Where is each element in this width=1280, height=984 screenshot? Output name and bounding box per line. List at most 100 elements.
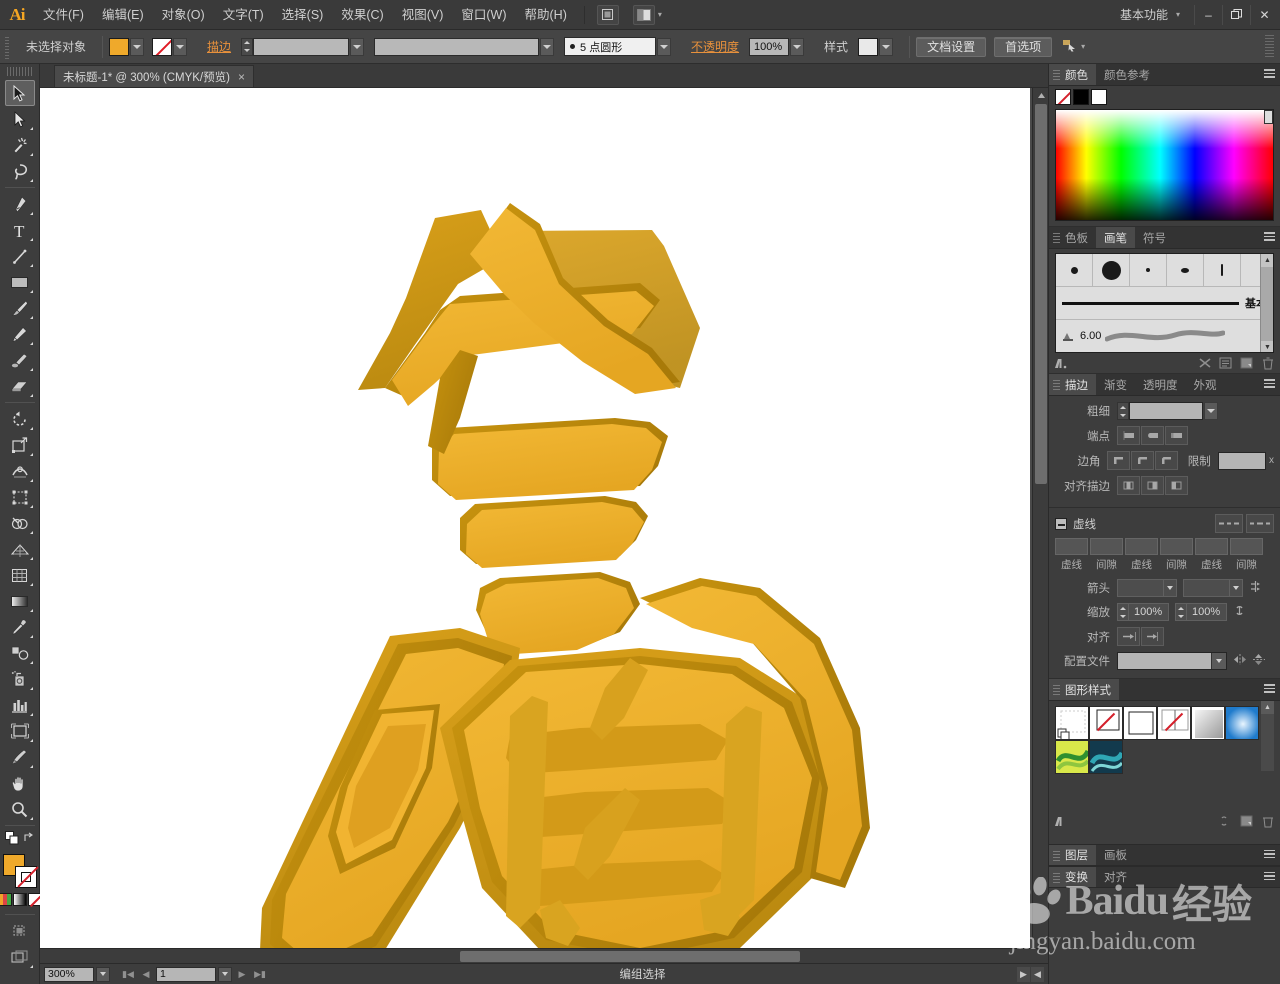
line-segment-tool[interactable]: [5, 243, 35, 269]
previous-artboard-icon[interactable]: ◀: [138, 967, 154, 982]
graphic-style-swatch[interactable]: [1123, 706, 1157, 740]
extend-arrow-tip-icon[interactable]: [1117, 627, 1140, 646]
dash-field[interactable]: [1195, 538, 1228, 555]
graphic-style-swatch[interactable]: [1225, 706, 1259, 740]
brush-item[interactable]: [1130, 254, 1167, 286]
fill-color-swatch[interactable]: [109, 37, 130, 56]
tab-transparency[interactable]: 透明度: [1135, 374, 1186, 395]
width-tool[interactable]: [5, 458, 35, 484]
fill-stroke-indicator[interactable]: [2, 854, 37, 888]
stroke-color-swatch[interactable]: [152, 37, 173, 56]
swatch-black[interactable]: [1073, 89, 1089, 105]
weight-spinner[interactable]: [1117, 402, 1129, 420]
panel-menu-icon[interactable]: [1258, 64, 1280, 85]
pencil-tool[interactable]: [5, 321, 35, 347]
dash-align-corners-icon[interactable]: [1246, 514, 1274, 533]
stroke-weight-dropdown-arrow[interactable]: [350, 37, 365, 56]
menu-select[interactable]: 选择(S): [273, 0, 333, 30]
menu-type[interactable]: 文字(T): [214, 0, 273, 30]
artboard-number-field[interactable]: 1: [156, 966, 216, 982]
style-libraries-icon[interactable]: [1053, 813, 1070, 829]
eyedropper-tool[interactable]: [5, 614, 35, 640]
zoom-tool[interactable]: [5, 796, 35, 822]
hand-tool[interactable]: [5, 770, 35, 796]
align-center-stroke-icon[interactable]: [1117, 476, 1140, 495]
close-icon[interactable]: ×: [238, 70, 245, 84]
brush-libraries-icon[interactable]: [1053, 355, 1070, 371]
flip-along-icon[interactable]: [1233, 653, 1247, 669]
bridge-icon[interactable]: [596, 4, 619, 25]
delete-brush-icon[interactable]: [1259, 355, 1276, 371]
weight-field[interactable]: [1129, 402, 1203, 420]
swatch-white[interactable]: [1091, 89, 1107, 105]
fill-dropdown-arrow[interactable]: [130, 37, 145, 56]
stroke-weight-field[interactable]: [253, 37, 350, 56]
vertical-scrollbar[interactable]: [1032, 88, 1048, 963]
type-tool[interactable]: T: [5, 217, 35, 243]
document-tab[interactable]: 未标题-1* @ 300% (CMYK/预览) ×: [54, 65, 254, 87]
color-button[interactable]: [0, 893, 12, 906]
tab-color-guide[interactable]: 颜色参考: [1096, 64, 1158, 85]
bevel-join-icon[interactable]: [1155, 451, 1179, 470]
zoom-dropdown-arrow[interactable]: [96, 966, 110, 982]
free-transform-tool[interactable]: [5, 484, 35, 510]
tab-brushes[interactable]: 画笔: [1096, 227, 1135, 248]
dashed-line-checkbox[interactable]: [1055, 517, 1067, 530]
round-cap-icon[interactable]: [1141, 426, 1164, 445]
stroke-weight-spinner[interactable]: [241, 37, 254, 56]
chevron-down-icon[interactable]: ▾: [658, 10, 662, 19]
place-arrow-tip-icon[interactable]: [1141, 627, 1164, 646]
blend-tool[interactable]: [5, 640, 35, 666]
dash-field[interactable]: [1055, 538, 1088, 555]
stroke-profile-field[interactable]: [374, 37, 540, 56]
graphic-style-swatch[interactable]: [1089, 740, 1123, 774]
menu-help[interactable]: 帮助(H): [516, 0, 576, 30]
shape-builder-tool[interactable]: [5, 510, 35, 536]
control-bar-grip[interactable]: [4, 34, 12, 59]
color-spectrum[interactable]: [1055, 109, 1274, 221]
brush-dropdown-arrow[interactable]: [657, 37, 672, 56]
panel-grip[interactable]: [1053, 685, 1060, 695]
panel-menu-icon[interactable]: [1258, 227, 1280, 248]
arrowhead-end-select[interactable]: [1183, 579, 1243, 597]
selection-tool[interactable]: [4, 80, 35, 106]
close-button[interactable]: ✕: [1250, 4, 1278, 25]
symbol-sprayer-tool[interactable]: [5, 666, 35, 692]
horizontal-scroll-thumb[interactable]: [460, 951, 800, 962]
align-outside-stroke-icon[interactable]: [1165, 476, 1188, 495]
gradient-button[interactable]: [12, 893, 27, 906]
default-fill-stroke-icon[interactable]: [4, 831, 19, 848]
break-link-icon[interactable]: [1217, 813, 1234, 829]
slice-tool[interactable]: [5, 744, 35, 770]
menu-effect[interactable]: 效果(C): [332, 0, 392, 30]
menu-window[interactable]: 窗口(W): [452, 0, 515, 30]
rectangle-tool[interactable]: [5, 269, 35, 295]
style-swatch[interactable]: [858, 37, 879, 56]
brush-row[interactable]: 基本: [1056, 287, 1273, 320]
menu-view[interactable]: 视图(V): [393, 0, 453, 30]
lasso-tool[interactable]: [5, 158, 35, 184]
stroke-swatch-none[interactable]: [14, 866, 37, 888]
scale-tool[interactable]: [5, 432, 35, 458]
align-inside-stroke-icon[interactable]: [1141, 476, 1164, 495]
profile-select[interactable]: [1117, 652, 1227, 670]
tab-symbols[interactable]: 符号: [1135, 227, 1174, 248]
butt-cap-icon[interactable]: [1117, 426, 1140, 445]
arrange-documents-icon[interactable]: [632, 4, 655, 25]
gap-field[interactable]: [1090, 538, 1123, 555]
menu-file[interactable]: 文件(F): [34, 0, 93, 30]
scroll-down-icon[interactable]: ▼: [1261, 341, 1273, 352]
vertical-scroll-thumb[interactable]: [1035, 104, 1047, 484]
brush-row[interactable]: 6.00: [1056, 320, 1273, 352]
menu-edit[interactable]: 编辑(E): [93, 0, 153, 30]
status-prev-icon[interactable]: ◀: [1031, 966, 1044, 982]
graphic-style-swatch[interactable]: [1055, 706, 1089, 740]
tab-align[interactable]: 对齐: [1096, 867, 1135, 887]
arrowhead-start-select[interactable]: [1117, 579, 1177, 597]
miter-join-icon[interactable]: [1107, 451, 1131, 470]
tab-gradient[interactable]: 渐变: [1096, 374, 1135, 395]
graphic-style-swatch[interactable]: [1089, 706, 1123, 740]
scroll-up-icon[interactable]: ▲: [1261, 254, 1273, 267]
gap-field[interactable]: [1230, 538, 1263, 555]
canvas-area[interactable]: [40, 88, 1048, 963]
